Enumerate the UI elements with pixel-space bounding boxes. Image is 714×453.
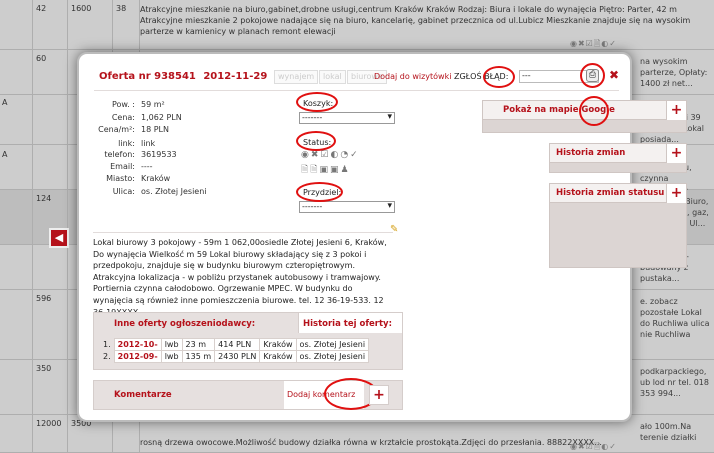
- annotation-circle-koszyk: [296, 92, 338, 112]
- offer-cell-n: 1.: [103, 340, 111, 349]
- offer-cell-n: 2.: [103, 352, 111, 361]
- annotation-circle-print: [580, 63, 605, 88]
- tab-offer-history[interactable]: Historia tej oferty:: [303, 319, 392, 329]
- link-label: link:: [118, 139, 135, 148]
- close-icon[interactable]: ✖: [609, 68, 619, 82]
- annotation-circle-report: [483, 66, 515, 88]
- offer-cell-type: lwb: [160, 350, 183, 363]
- cenam-value: 18 PLN: [141, 125, 169, 134]
- expand-status-history-plus-icon[interactable]: +: [666, 184, 686, 203]
- tab-other-offers[interactable]: Inne oferty ogłoszeniodawcy:: [114, 319, 255, 329]
- expand-map-plus-icon[interactable]: +: [666, 101, 686, 120]
- offer-number: Oferta nr 938541: [99, 71, 196, 82]
- offer-cell-size: 23 m: [181, 338, 216, 351]
- prev-offer-button[interactable]: ◀: [49, 228, 69, 248]
- cenam-label: Cena/m²:: [98, 125, 135, 134]
- arrow-left-icon: ◀: [54, 231, 64, 244]
- cena-label: Cena:: [111, 113, 135, 122]
- offer-link[interactable]: link: [141, 139, 155, 148]
- przydziel-select[interactable]: -------: [299, 201, 395, 213]
- comments-label: Komentarze: [114, 390, 172, 400]
- annotation-circle-przydziel: [296, 182, 343, 202]
- offer-cell-date: 2012-10-: [113, 338, 162, 351]
- cena-value: 1,062 PLN: [141, 113, 182, 122]
- email-value: ----: [141, 162, 153, 171]
- header-divider: [94, 90, 619, 91]
- desc-divider: [93, 232, 393, 233]
- offer-cell-price: 414 PLN: [214, 338, 261, 351]
- offers-tabs-panel: Inne oferty ogłoszeniodawcy: Historia te…: [93, 312, 403, 370]
- offer-cell-type: lwb: [160, 338, 183, 351]
- panel-status-history: Historia zmian statusu +: [549, 183, 687, 268]
- offer-row[interactable]: 1. 2012-10- lwb 23 m 414 PLN Kraków os. Złotej…: [100, 338, 370, 351]
- koszyk-select[interactable]: -------: [299, 112, 395, 124]
- panel-history-title[interactable]: Historia zmian: [556, 148, 625, 158]
- annotation-circle-map: [579, 96, 609, 126]
- annotation-circle-status: [296, 131, 336, 151]
- panel-status-history-head: Historia zmian statusu +: [550, 184, 686, 203]
- comments-panel: Komentarze Dodaj komentarz +: [93, 378, 403, 410]
- lokal-button[interactable]: lokal: [319, 70, 346, 84]
- ulica-label: Ulica:: [112, 187, 135, 196]
- add-to-card-link[interactable]: Dodaj do wizytówki: [374, 72, 451, 81]
- offer-cell-price: 2430 PLN: [214, 350, 261, 363]
- telefon-label: telefon:: [104, 150, 135, 159]
- status-icons-row2[interactable]: 🗎🗎▣▣♟: [301, 162, 351, 178]
- ulica-value: os. Złotej Jesieni: [141, 187, 207, 196]
- offer-cell-city: Kraków: [259, 350, 297, 363]
- expand-history-plus-icon[interactable]: +: [666, 144, 686, 163]
- email-label: Email:: [110, 162, 135, 171]
- add-comment-plus-icon[interactable]: +: [369, 385, 389, 405]
- offer-cell-size: 135 m: [181, 350, 216, 363]
- panel-history-head: Historia zmian +: [550, 144, 686, 163]
- offers-table: 1. 2012-10- lwb 23 m 414 PLN Kraków os. Złotej…: [100, 338, 370, 363]
- offer-date: 2012-11-29: [203, 71, 268, 82]
- offer-dialog: Oferta nr 938541 2012-11-29 wynajem loka…: [77, 52, 687, 422]
- wynajem-button[interactable]: wynajem: [274, 70, 319, 84]
- offer-cell-street: os. Złotej Jesieni: [295, 350, 370, 363]
- offer-cell-street: os. Złotej Jesieni: [295, 338, 370, 351]
- miasto-value: Kraków: [141, 174, 171, 183]
- edit-pencil-icon[interactable]: ✎: [390, 224, 398, 235]
- miasto-label: Miasto:: [106, 174, 135, 183]
- offer-title: Oferta nr 938541 2012-11-29: [99, 71, 267, 82]
- status-icons-row1[interactable]: ◉✖☑◐◔✓: [301, 150, 360, 160]
- panel-history: Historia zmian +: [549, 143, 687, 173]
- pow-label: Pow. :: [111, 100, 135, 109]
- telefon-value: 3619533: [141, 150, 177, 159]
- offers-list: 1. 2012-10- lwb 23 m 414 PLN Kraków os. Złotej…: [100, 338, 370, 363]
- offer-cell-date: 2012-09-: [113, 350, 162, 363]
- offer-row[interactable]: 2. 2012-09- lwb 135 m 2430 PLN Kraków os. Złot…: [100, 350, 370, 363]
- offer-cell-city: Kraków: [259, 338, 297, 351]
- pow-value: 59 m²: [141, 100, 165, 109]
- panel-status-history-title[interactable]: Historia zmian statusu: [556, 188, 664, 198]
- offer-description: Lokal biurowy 3 pokojowy - 59m 1 062,00o…: [93, 238, 387, 317]
